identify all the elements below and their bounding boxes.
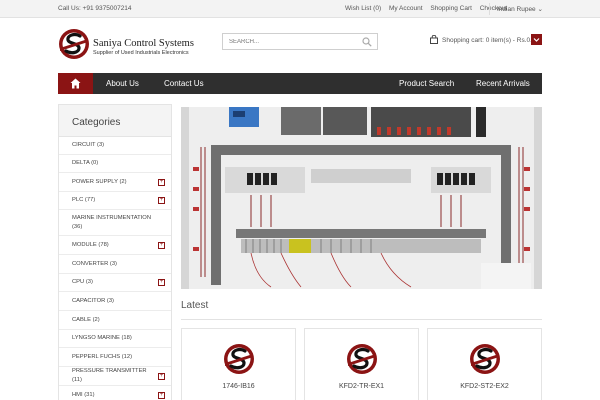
nav-contact-us[interactable]: Contact Us	[164, 79, 204, 88]
search-input[interactable]	[229, 37, 359, 47]
category-item[interactable]: MARINE INSTRUMENTATION (36)	[59, 210, 171, 236]
product-card[interactable]: 1746-IB16	[181, 328, 296, 400]
top-links: Wish List (0) My Account Shopping Cart C…	[345, 5, 513, 12]
category-label: MARINE INSTRUMENTATION (36)	[72, 214, 152, 230]
category-item[interactable]: PRESSURE TRANSMITTER (11) +	[59, 367, 171, 386]
home-button[interactable]	[58, 73, 93, 94]
category-item[interactable]: CONVERTER (3)	[59, 255, 171, 274]
categories-sidebar: Categories CIRCUIT (3) DELTA (0) POWER S…	[58, 104, 172, 400]
category-label: HMI (31)	[72, 391, 95, 398]
category-label: CAPACITOR (3)	[72, 297, 114, 304]
category-item[interactable]: HMI (31) +	[59, 386, 171, 400]
category-label: CPU (3)	[72, 279, 93, 285]
product-name[interactable]: KFD2-ST2-EX2	[428, 383, 541, 390]
category-item[interactable]: CIRCUIT (3)	[59, 137, 171, 155]
cart-text: Shopping cart: 0 item(s) - Rs.0.00	[442, 37, 540, 44]
top-bar: Call Us: +91 9375007214 Wish List (0) My…	[0, 0, 600, 18]
category-item[interactable]: CABLE (2)	[59, 311, 171, 330]
divider	[489, 3, 490, 15]
control-panel-illustration	[181, 107, 542, 289]
category-label: CIRCUIT (3)	[72, 142, 105, 148]
category-item[interactable]: CPU (3) +	[59, 274, 171, 292]
hero-banner-image[interactable]	[181, 107, 542, 289]
category-label: CABLE (2)	[72, 316, 100, 323]
category-list: CIRCUIT (3) DELTA (0) POWER SUPPLY (2) + …	[59, 137, 171, 400]
expand-plus-icon[interactable]: +	[158, 391, 165, 399]
nav-recent-arrivals[interactable]: Recent Arrivals	[476, 79, 530, 88]
chevron-down-icon	[533, 38, 540, 42]
category-item[interactable]: MODULE (78) +	[59, 236, 171, 255]
product-card[interactable]: KFD2-ST2-EX2	[427, 328, 542, 400]
nav-about-us[interactable]: About Us	[106, 79, 139, 88]
category-label: LYNGSO MARINE (18)	[72, 335, 132, 341]
product-card[interactable]: KFD2-TR-EX1	[304, 328, 419, 400]
category-label: DELTA (0)	[72, 160, 99, 166]
site-tagline: Supplier of Used Industrials Electronics	[93, 50, 189, 56]
category-item[interactable]: DELTA (0)	[59, 155, 171, 173]
divider	[181, 319, 542, 320]
site-name: Saniya Control Systems	[93, 38, 194, 49]
home-icon	[70, 78, 81, 89]
currency-selector[interactable]: Indian Rupee ⌄	[497, 5, 543, 13]
category-label: PEPPERL FUCHS (12)	[72, 353, 133, 360]
category-item[interactable]: PEPPERL FUCHS (12)	[59, 348, 171, 367]
phone-number: Call Us: +91 9375007214	[58, 5, 132, 12]
search-icon[interactable]	[362, 37, 372, 47]
expand-plus-icon[interactable]: +	[158, 279, 165, 286]
categories-title: Categories	[59, 105, 171, 137]
expand-plus-icon[interactable]: +	[158, 372, 165, 380]
category-item[interactable]: LYNGSO MARINE (18)	[59, 330, 171, 348]
category-item[interactable]: PLC (77) +	[59, 192, 171, 210]
shopping-bag-icon	[430, 35, 438, 44]
currency-label: Indian Rupee	[497, 6, 536, 13]
cart-dropdown-button[interactable]	[531, 34, 542, 45]
category-item[interactable]: CAPACITOR (3)	[59, 292, 171, 311]
category-label: CONVERTER (3)	[72, 260, 117, 267]
product-logo-icon	[347, 344, 377, 374]
expand-plus-icon[interactable]: +	[158, 178, 165, 186]
category-label: MODULE (78)	[72, 241, 109, 248]
logo[interactable]: Saniya Control Systems Supplier of Used …	[58, 28, 208, 62]
category-label: PLC (77)	[72, 197, 96, 203]
shopping-cart-link[interactable]: Shopping Cart	[430, 5, 472, 12]
product-logo-icon	[470, 344, 500, 374]
chevron-down-icon: ⌄	[537, 6, 543, 13]
expand-plus-icon[interactable]: +	[158, 197, 165, 204]
category-item[interactable]: POWER SUPPLY (2) +	[59, 173, 171, 192]
main-nav: About Us Contact Us Product Search Recen…	[58, 73, 542, 94]
category-label: PRESSURE TRANSMITTER (11)	[72, 368, 147, 383]
expand-plus-icon[interactable]: +	[158, 241, 165, 249]
latest-heading: Latest	[181, 300, 209, 311]
product-name[interactable]: 1746-IB16	[182, 383, 295, 390]
nav-product-search[interactable]: Product Search	[399, 79, 454, 88]
product-logo-icon	[224, 344, 254, 374]
category-label: POWER SUPPLY (2)	[72, 178, 127, 185]
search-box	[222, 33, 378, 50]
my-account-link[interactable]: My Account	[389, 5, 423, 12]
product-name[interactable]: KFD2-TR-EX1	[305, 383, 418, 390]
wishlist-link[interactable]: Wish List (0)	[345, 5, 381, 12]
logo-icon	[59, 29, 89, 59]
